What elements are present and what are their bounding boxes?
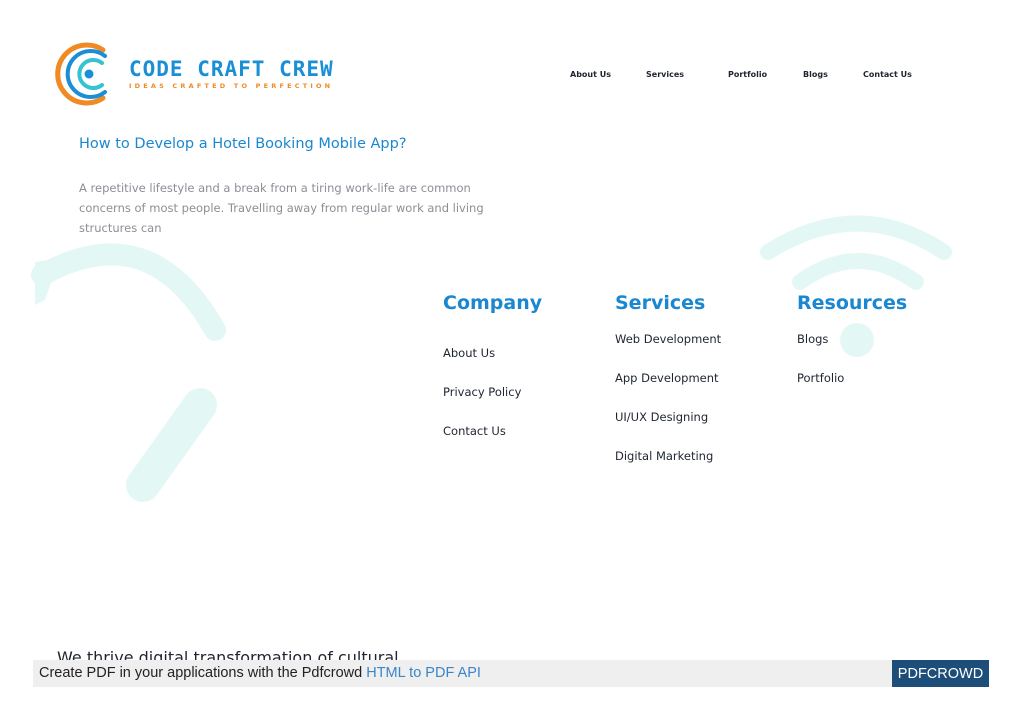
nav-item-contact-us[interactable]: Contact Us bbox=[863, 70, 912, 79]
footer-link-blogs[interactable]: Blogs bbox=[797, 332, 828, 346]
decorative-wifi-dot bbox=[840, 323, 874, 357]
decorative-wifi-outer bbox=[760, 215, 952, 260]
footer-link-portfolio[interactable]: Portfolio bbox=[797, 371, 844, 385]
decorative-background bbox=[31, 215, 952, 502]
footer-services-title: Services bbox=[615, 292, 706, 314]
nav-item-portfolio[interactable]: Portfolio bbox=[728, 70, 767, 79]
footer-resources-title: Resources bbox=[797, 292, 908, 314]
footer-link-contact-us[interactable]: Contact Us bbox=[443, 424, 506, 438]
nav-item-blogs[interactable]: Blogs bbox=[803, 70, 828, 79]
footer-link-web-development[interactable]: Web Development bbox=[615, 332, 721, 346]
post-excerpt: A repetitive lifestyle and a break from … bbox=[79, 181, 484, 235]
post-title-link[interactable]: How to Develop a Hotel Booking Mobile Ap… bbox=[79, 136, 407, 152]
pdfcrowd-banner-prefix: Create PDF in your applications with the… bbox=[39, 665, 367, 681]
pdfcrowd-button[interactable]: PDFCROWD bbox=[892, 660, 989, 687]
decorative-left-wedge bbox=[35, 258, 60, 305]
brand-tagline: IDEAS CRAFTED TO PERFECTION bbox=[129, 82, 334, 90]
nav-item-services[interactable]: Services bbox=[646, 70, 684, 79]
footer-services-column: Services Web Development App Development… bbox=[615, 292, 721, 463]
decorative-handle bbox=[126, 388, 217, 502]
pdfcrowd-banner: Create PDF in your applications with the… bbox=[33, 660, 989, 687]
footer-link-privacy-policy[interactable]: Privacy Policy bbox=[443, 385, 521, 399]
footer-company-title: Company bbox=[443, 292, 543, 314]
decorative-wifi-inner bbox=[792, 253, 924, 290]
decorative-arc-left bbox=[31, 243, 226, 341]
pdfcrowd-api-link[interactable]: HTML to PDF API bbox=[366, 665, 481, 681]
footer-resources-column: Resources Blogs Portfolio bbox=[797, 292, 908, 385]
footer-link-ui-ux-designing[interactable]: UI/UX Designing bbox=[615, 410, 708, 424]
cut-off-text: We thrive digital transformation of cult… bbox=[57, 648, 399, 660]
footer-link-app-development[interactable]: App Development bbox=[615, 371, 719, 385]
brand-name: CODE CRAFT CREW bbox=[129, 57, 334, 81]
nav-item-about-us[interactable]: About Us bbox=[570, 70, 611, 79]
footer-company-column: Company About Us Privacy Policy Contact … bbox=[443, 292, 543, 438]
footer-link-about-us[interactable]: About Us bbox=[443, 346, 495, 360]
footer-link-digital-marketing[interactable]: Digital Marketing bbox=[615, 449, 713, 463]
pdfcrowd-banner-text: Create PDF in your applications with the… bbox=[39, 665, 481, 681]
brand-logo[interactable]: CODE CRAFT CREW IDEAS CRAFTED TO PERFECT… bbox=[55, 42, 334, 106]
logo-emblem-icon bbox=[55, 42, 107, 106]
